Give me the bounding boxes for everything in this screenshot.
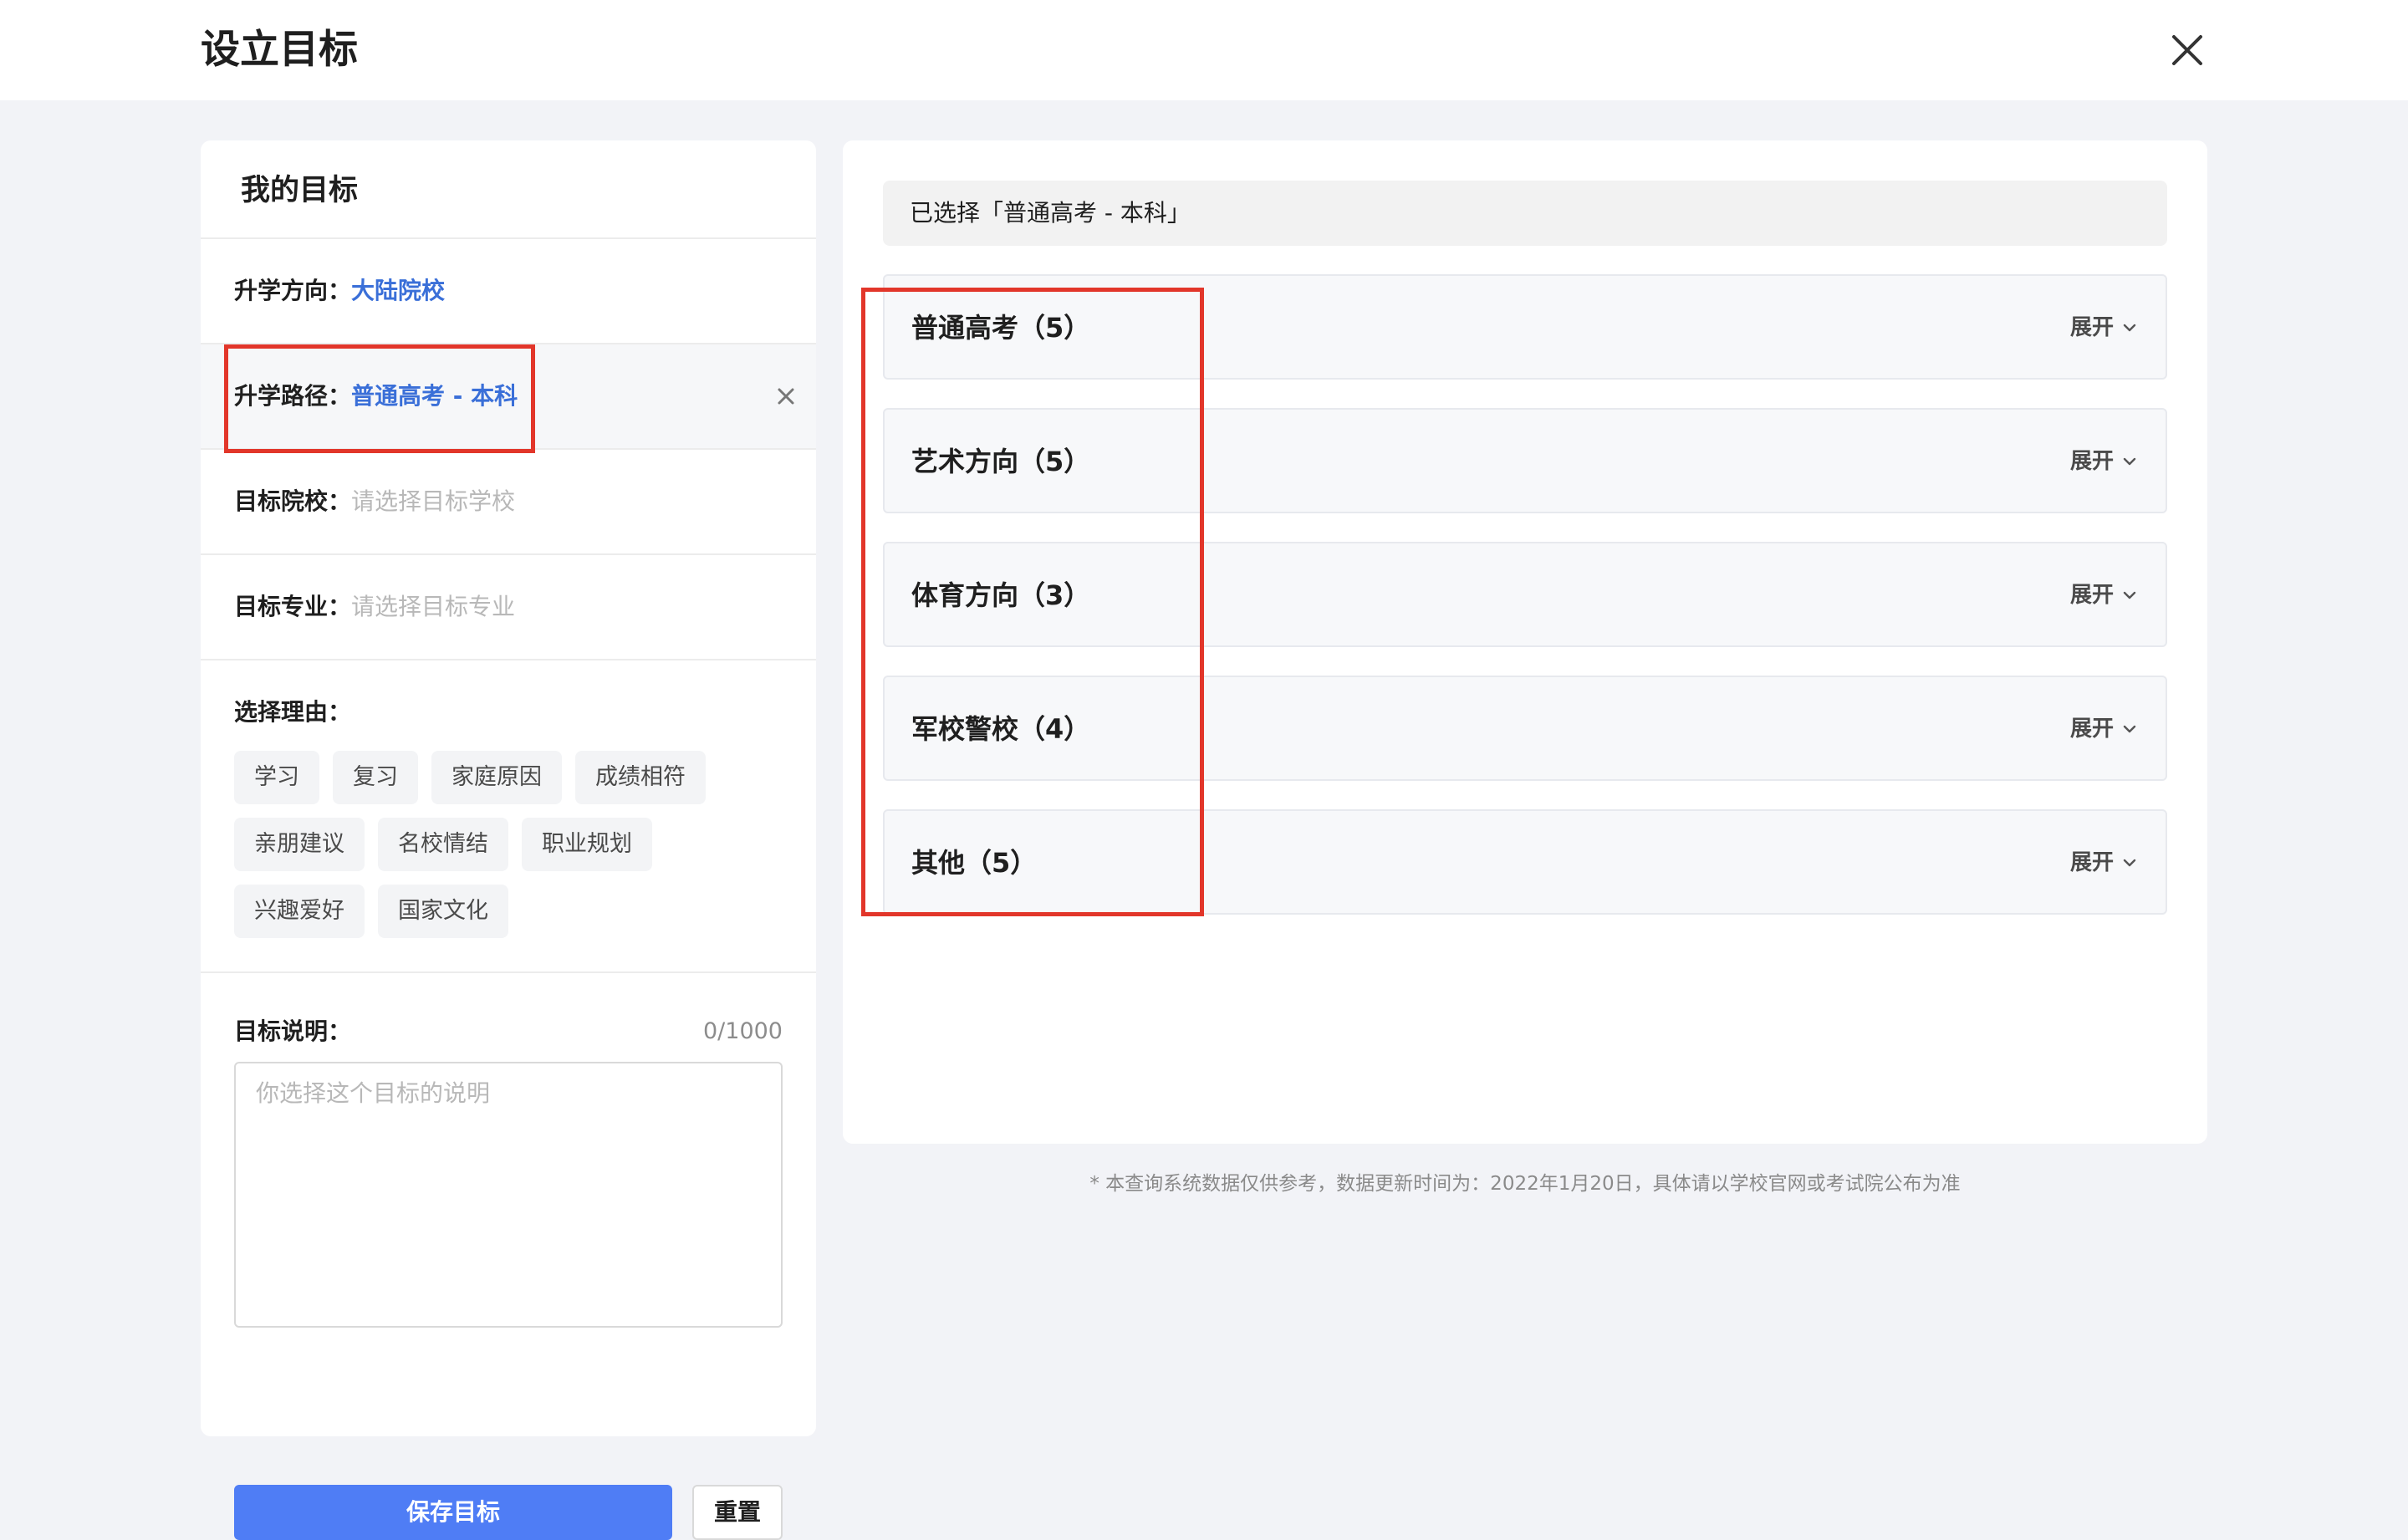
save-goal-button[interactable]: 保存目标: [234, 1485, 672, 1540]
description-section: 目标说明： 0/1000 保存目标 重置: [201, 971, 816, 1540]
reasons-section: 选择理由： 学习 复习 家庭原因 成绩相符 亲朋建议 名校情结 职业规划 兴趣爱…: [201, 659, 816, 971]
direction-label: 升学方向：: [234, 277, 352, 304]
data-disclaimer: * 本查询系统数据仅供参考，数据更新时间为：2022年1月20日，具体请以学校官…: [1089, 1173, 1961, 1195]
reason-tag[interactable]: 亲朋建议: [234, 818, 365, 871]
major-placeholder[interactable]: 请选择目标专业: [351, 589, 515, 625]
expand-toggle[interactable]: 展开: [2070, 579, 2139, 612]
expand-label: 展开: [2069, 583, 2114, 608]
direction-row[interactable]: 升学方向： 大陆院校: [201, 237, 816, 343]
my-goal-panel: 我的目标 升学方向： 大陆院校 升学路径： 普通高考 - 本科 目标院校： 请选…: [201, 140, 816, 1540]
expand-label: 展开: [2069, 315, 2114, 340]
chevron-down-icon: [2123, 859, 2136, 867]
header-bar: 设立目标: [0, 0, 2408, 100]
reason-tags: 学习 复习 家庭原因 成绩相符 亲朋建议 名校情结 职业规划 兴趣爱好 国家文化: [234, 751, 786, 938]
reason-tag[interactable]: 家庭原因: [431, 751, 562, 804]
my-goal-title: 我的目标: [241, 174, 359, 207]
reason-tag[interactable]: 职业规划: [522, 818, 652, 871]
reason-tag[interactable]: 成绩相符: [575, 751, 706, 804]
major-label: 目标专业：: [234, 593, 352, 620]
category-highlight-box: [861, 288, 1204, 916]
expand-toggle[interactable]: 展开: [2070, 846, 2139, 880]
description-counter: 0/1000: [703, 1018, 783, 1044]
expand-label: 展开: [2069, 716, 2114, 742]
expand-label: 展开: [2069, 850, 2114, 875]
reason-tag[interactable]: 学习: [234, 751, 319, 804]
school-row[interactable]: 目标院校： 请选择目标学校: [201, 448, 816, 553]
chevron-down-icon: [2123, 591, 2136, 599]
direction-value[interactable]: 大陆院校: [351, 273, 445, 309]
reasons-label: 选择理由：: [234, 698, 352, 726]
reason-tag[interactable]: 国家文化: [378, 885, 508, 938]
school-placeholder[interactable]: 请选择目标学校: [351, 483, 515, 520]
chevron-down-icon: [2123, 725, 2136, 733]
chevron-down-icon: [2123, 324, 2136, 332]
clear-path-icon[interactable]: [774, 385, 798, 408]
selected-path-bar: 已选择「普通高考 - 本科」: [883, 181, 2167, 246]
path-highlight-box: [224, 344, 535, 453]
expand-label: 展开: [2069, 449, 2114, 474]
page-title: 设立目标: [201, 27, 358, 73]
chevron-down-icon: [2123, 457, 2136, 466]
expand-toggle[interactable]: 展开: [2070, 712, 2139, 746]
reason-tag[interactable]: 复习: [333, 751, 418, 804]
expand-toggle[interactable]: 展开: [2070, 445, 2139, 478]
description-label: 目标说明：: [234, 1017, 352, 1045]
reason-tag[interactable]: 名校情结: [378, 818, 508, 871]
reset-button[interactable]: 重置: [692, 1485, 783, 1540]
reason-tag[interactable]: 兴趣爱好: [234, 885, 365, 938]
description-textarea[interactable]: [234, 1062, 783, 1328]
close-icon[interactable]: [2167, 30, 2207, 70]
expand-toggle[interactable]: 展开: [2070, 311, 2139, 344]
school-label: 目标院校：: [234, 487, 352, 515]
major-row[interactable]: 目标专业： 请选择目标专业: [201, 553, 816, 659]
